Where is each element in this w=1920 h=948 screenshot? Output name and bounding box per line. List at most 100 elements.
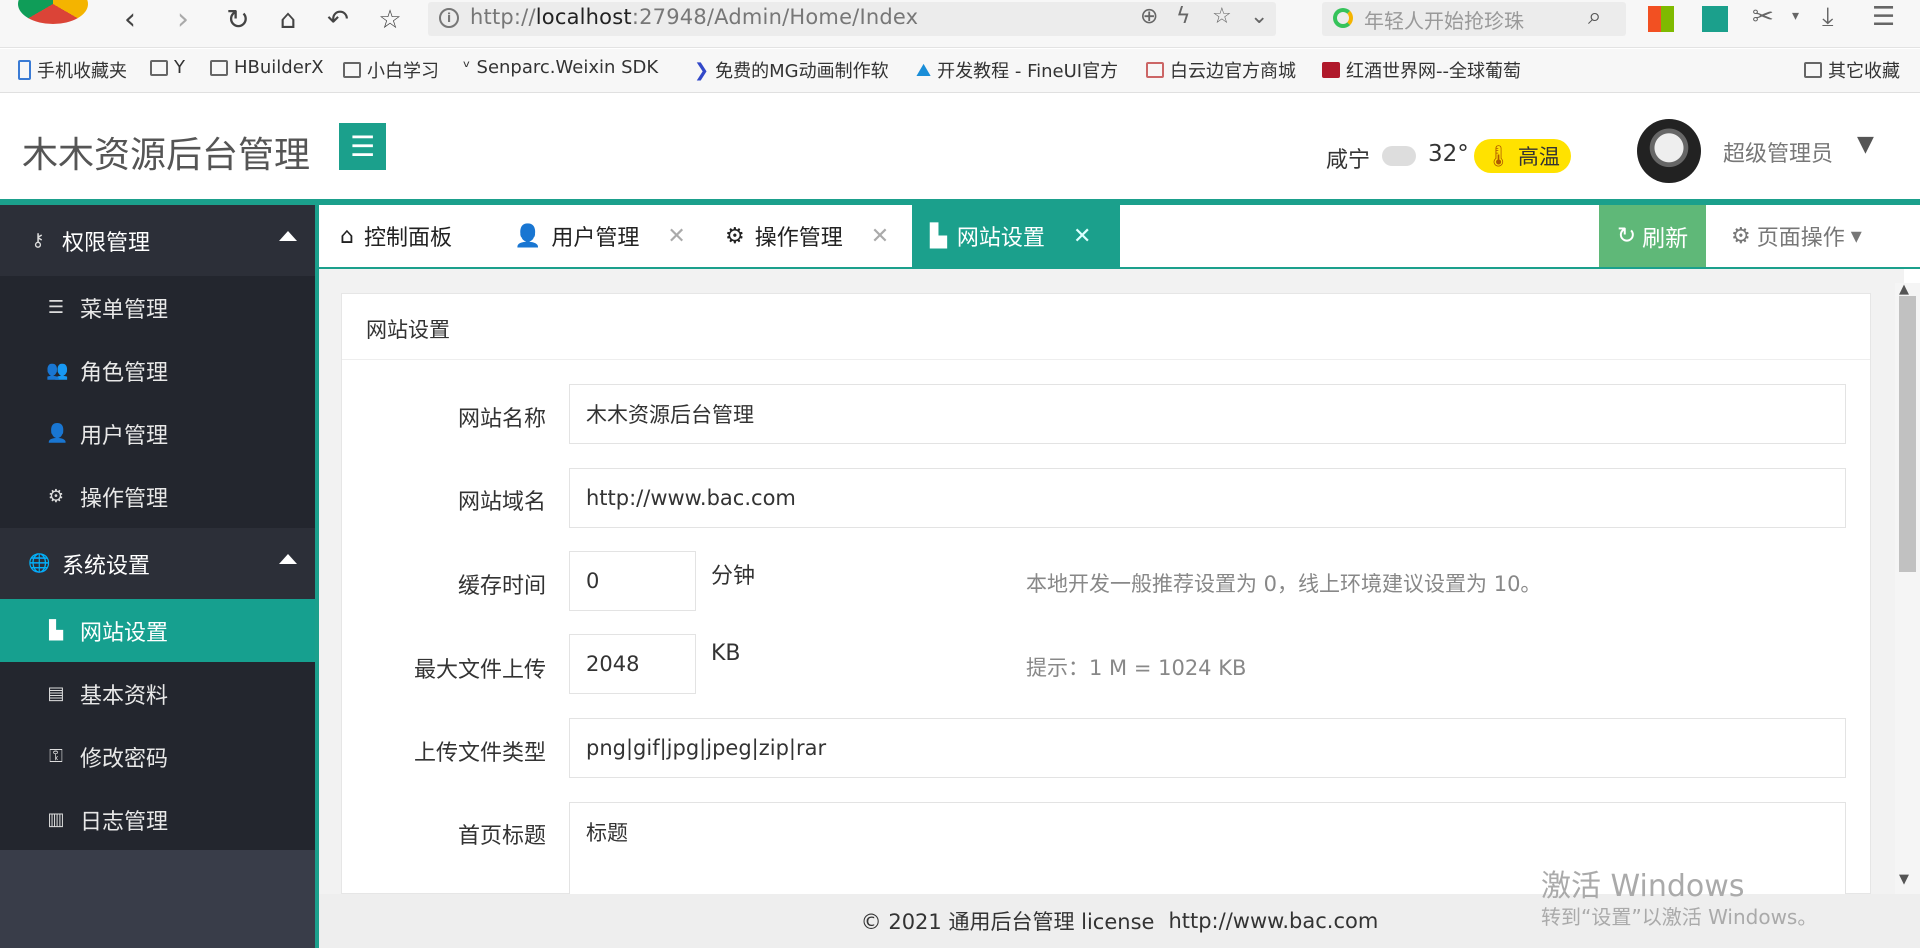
scrollbar-thumb[interactable] [1899, 296, 1916, 572]
reload-icon[interactable]: ↻ [218, 2, 258, 38]
caret-down-icon[interactable]: ▼ [1857, 132, 1874, 157]
user-icon: 👤 [514, 223, 542, 249]
footer-copyright: © 2021 通用后台管理 license [860, 910, 1155, 934]
sidebar-item-site-settings[interactable]: ▙ 网站设置 [0, 599, 315, 662]
sidebar-group-label: 系统设置 [62, 553, 151, 579]
sidebar-item-label: 角色管理 [80, 360, 169, 386]
gear-icon: ⚙ [47, 486, 65, 507]
tab-label: 网站设置 [956, 226, 1045, 251]
gear-icon: ⚙ [1731, 223, 1751, 249]
home-icon: ⌂ [340, 223, 354, 249]
chevron-down-icon[interactable]: ⌄ [1250, 4, 1268, 29]
weather-badge-label: 高温 [1517, 145, 1560, 169]
browser-search-input[interactable]: 年轻人开始抢珍珠 [1364, 5, 1524, 34]
bookmark-item[interactable]: 手机收藏夹 [18, 57, 127, 83]
fineui-icon: ⛰ [916, 59, 932, 81]
folder-icon [1804, 62, 1822, 78]
site-domain-input[interactable]: http://www.bac.com [569, 468, 1846, 528]
undo-icon[interactable]: ↶ [318, 2, 358, 38]
address-url[interactable]: http://localhost:27948/Admin/Home/Index [470, 5, 918, 29]
sidebar-item-label: 操作管理 [80, 486, 169, 512]
caret-down-icon: ▾ [1850, 223, 1862, 249]
api-debugger-icon[interactable] [1702, 6, 1728, 32]
sidebar-group-label: 权限管理 [62, 230, 151, 256]
tab-operations[interactable]: ⚙ 操作管理 ✕ [707, 205, 907, 267]
bookmark-item[interactable]: Y [150, 57, 185, 78]
bookmark-item[interactable]: ᵛ Senparc.Weixin SDK [463, 57, 658, 78]
star-icon[interactable]: ☆ [370, 2, 410, 38]
tab-site-settings[interactable]: ▙ 网站设置 ✕ [912, 205, 1120, 267]
site-domain-label: 网站域名 [457, 490, 546, 515]
page-operations-label: 页面操作 [1756, 226, 1845, 251]
avatar[interactable] [1637, 119, 1701, 183]
scroll-up-icon[interactable]: ▲ [1899, 282, 1909, 297]
site-info-icon[interactable]: i [439, 8, 459, 28]
refresh-icon: ↻ [1616, 223, 1637, 249]
sidebar-item-roles[interactable]: 👥 角色管理 [0, 339, 315, 402]
wine-icon [1322, 62, 1340, 78]
sidebar-item-profile[interactable]: ▤ 基本资料 [0, 662, 315, 725]
app-title: 木木资源后台管理 [22, 135, 311, 176]
upload-types-input[interactable]: png|gif|jpg|jpeg|zip|rar [569, 718, 1846, 778]
caret-up-icon [279, 231, 297, 241]
max-upload-input[interactable]: 2048 [569, 634, 696, 694]
sidebar-item-label: 网站设置 [80, 620, 169, 646]
download-icon[interactable]: ⤓ [1822, 2, 1834, 33]
close-icon[interactable]: ✕ [1073, 224, 1091, 249]
folder-icon [210, 59, 228, 76]
sidebar-item-label: 用户管理 [80, 423, 169, 449]
scissors-dropdown-icon[interactable]: ▾ [1792, 8, 1799, 24]
page-operations-dropdown[interactable]: ⚙ 页面操作 ▾ [1731, 205, 1862, 267]
refresh-button[interactable]: ↻ 刷新 [1599, 205, 1706, 267]
cache-time-input[interactable]: 0 [569, 551, 696, 611]
tab-label: 操作管理 [754, 226, 843, 251]
home-title-label: 首页标题 [457, 824, 546, 849]
bookmark-item[interactable]: 小白学习 [343, 57, 439, 83]
sidebar-item-password[interactable]: ⚿ 修改密码 [0, 725, 315, 788]
tab-label: 用户管理 [551, 226, 640, 251]
sidebar-item-operations[interactable]: ⚙ 操作管理 [0, 465, 315, 528]
sidebar-item-logs[interactable]: ▥ 日志管理 [0, 788, 315, 851]
cache-time-label: 缓存时间 [457, 574, 546, 599]
tab-users[interactable]: 👤 用户管理 ✕ [496, 205, 704, 267]
close-icon[interactable]: ✕ [667, 224, 685, 249]
zoom-icon[interactable]: ⊕ [1140, 4, 1158, 29]
scroll-down-icon[interactable]: ▼ [1899, 872, 1909, 887]
phone-icon [18, 60, 31, 80]
scissors-icon[interactable]: ✂ [1752, 2, 1774, 32]
lightning-icon[interactable]: ϟ [1176, 4, 1191, 29]
tab-dashboard[interactable]: ⌂ 控制面板 [322, 205, 470, 267]
bookmark-star-icon[interactable]: ☆ [1212, 4, 1232, 29]
site-name-input[interactable]: 木木资源后台管理 [569, 384, 1846, 444]
back-icon[interactable]: ‹ [110, 2, 150, 38]
username[interactable]: 超级管理员 [1723, 136, 1833, 168]
search-icon[interactable]: ⌕ [1588, 2, 1601, 30]
sidebar-footer [0, 850, 315, 948]
baiyunbian-icon [1146, 62, 1164, 78]
max-upload-unit: KB [711, 641, 741, 666]
weather-city: 咸宁 [1326, 148, 1371, 173]
apps-icon[interactable] [1648, 6, 1674, 32]
bookmark-item-other[interactable]: 其它收藏 [1804, 57, 1900, 83]
sidebar-item-label: 菜单管理 [80, 297, 169, 323]
sidebar-item-label: 修改密码 [80, 746, 169, 772]
home-icon[interactable]: ⌂ [268, 2, 308, 38]
menu-icon[interactable]: ☰ [1872, 2, 1895, 32]
sidebar-item-menus[interactable]: ☰ 菜单管理 [0, 276, 315, 339]
menu-toggle-button[interactable]: ☰ [339, 123, 386, 170]
panel-title: 网站设置 [366, 318, 450, 342]
sidebar-group-permissions[interactable]: ⚷ 权限管理 [0, 205, 315, 276]
sidebar-group-system[interactable]: 🌐 系统设置 [0, 528, 315, 599]
sidebar-item-users[interactable]: 👤 用户管理 [0, 402, 315, 465]
bookmark-item[interactable]: ⛰ 开发教程 - FineUI官方 [916, 57, 1118, 83]
close-icon[interactable]: ✕ [871, 224, 889, 249]
bookmark-item[interactable]: 红酒世界网--全球葡萄 [1322, 57, 1521, 83]
senparc-icon: ᵛ [463, 57, 471, 78]
bookmark-item[interactable]: ❯ 免费的MG动画制作软 [694, 57, 889, 83]
forward-icon[interactable]: › [163, 2, 203, 38]
footer-site-link[interactable]: http://www.bac.com [1168, 909, 1378, 933]
map-icon: ▙ [930, 223, 947, 249]
bookmark-item[interactable]: HBuilderX [210, 57, 324, 78]
cache-time-unit: 分钟 [711, 564, 756, 589]
bookmark-item[interactable]: 白云边官方商城 [1146, 57, 1296, 83]
